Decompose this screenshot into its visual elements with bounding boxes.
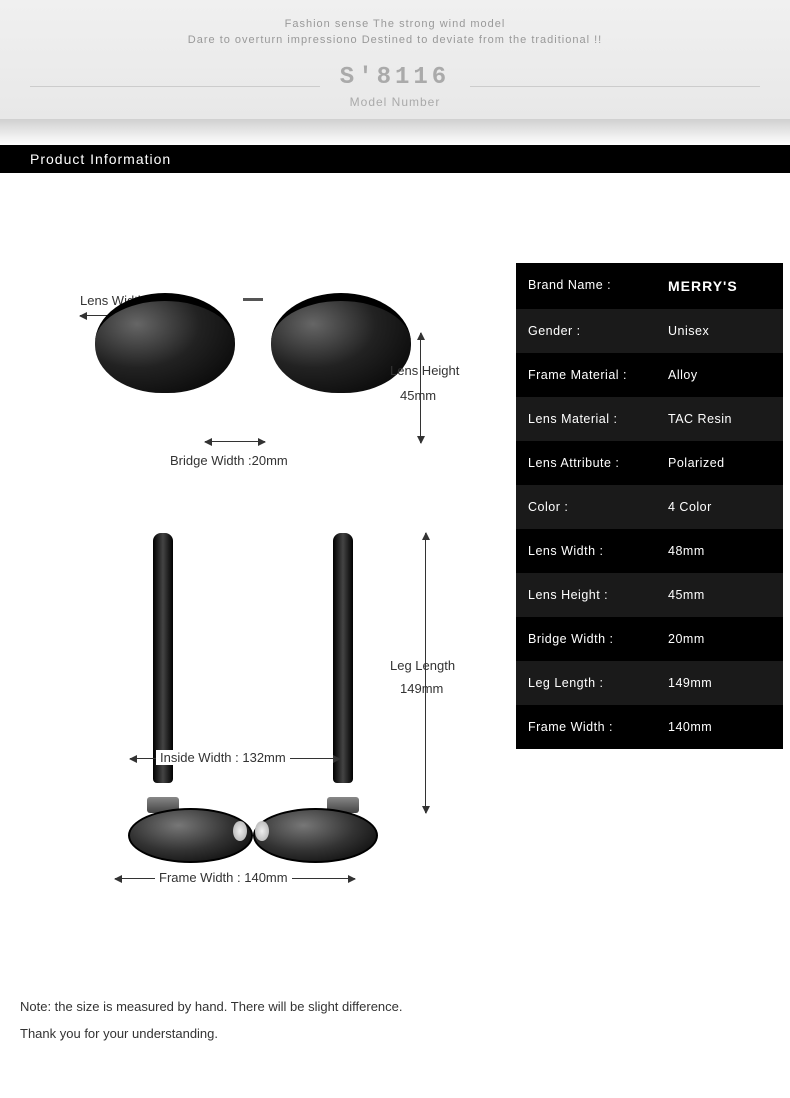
spec-label: Lens Width :	[528, 544, 668, 558]
tagline-2: Dare to overturn impressiono Destined to…	[0, 34, 790, 46]
glasses-top-icon	[103, 533, 403, 863]
brand-logo: MERRY'S	[668, 278, 771, 294]
frame-width-label: Frame Width : 140mm	[155, 870, 292, 885]
spec-label: Bridge Width :	[528, 632, 668, 646]
spec-value: 149mm	[668, 676, 771, 690]
spec-row: Lens Height :45mm	[516, 573, 783, 617]
spec-value: 45mm	[668, 588, 771, 602]
spec-value: TAC Resin	[668, 412, 771, 426]
bridge-width-label: Bridge Width :20mm	[170, 453, 288, 468]
spec-row: Lens Material :TAC Resin	[516, 397, 783, 441]
lens-right-icon	[271, 293, 411, 393]
spec-label: Brand Name :	[528, 278, 668, 294]
spec-row: Brand Name :MERRY'S	[516, 263, 783, 309]
nosepad-icon	[233, 821, 273, 843]
divider-line	[470, 86, 760, 87]
spec-value: Alloy	[668, 368, 771, 382]
spec-label: Lens Attribute :	[528, 456, 668, 470]
spec-value: Polarized	[668, 456, 771, 470]
spec-label: Frame Material :	[528, 368, 668, 382]
shadow-bar	[0, 119, 790, 145]
lens-height-value: 45mm	[400, 388, 436, 403]
spec-table: Brand Name :MERRY'SGender :UnisexFrame M…	[516, 263, 783, 943]
glasses-front-icon	[20, 293, 486, 393]
spec-label: Lens Height :	[528, 588, 668, 602]
spec-value: 140mm	[668, 720, 771, 734]
spec-value: 4 Color	[668, 500, 771, 514]
spec-row: Leg Length :149mm	[516, 661, 783, 705]
spec-label: Lens Material :	[528, 412, 668, 426]
spec-label: Gender :	[528, 324, 668, 338]
section-title: Product Information	[0, 145, 790, 173]
temple-left-icon	[153, 533, 173, 783]
inside-width-label: Inside Width : 132mm	[156, 750, 290, 765]
bridge-icon	[243, 298, 263, 338]
temple-right-icon	[333, 533, 353, 783]
spec-row: Lens Width :48mm	[516, 529, 783, 573]
spec-row: Lens Attribute :Polarized	[516, 441, 783, 485]
leg-length-label: Leg Length	[390, 658, 455, 673]
lens-height-label: Lens Height	[390, 363, 459, 378]
note-text: Note: the size is measured by hand. Ther…	[0, 963, 790, 1098]
spec-value: Unisex	[668, 324, 771, 338]
spec-label: Color :	[528, 500, 668, 514]
content-area: Lens Width :48mm Lens Height 45mm Bridge…	[0, 173, 790, 963]
spec-value: 20mm	[668, 632, 771, 646]
model-label: Model Number	[340, 95, 450, 109]
spec-label: Leg Length :	[528, 676, 668, 690]
divider-line	[30, 86, 320, 87]
spec-row: Color :4 Color	[516, 485, 783, 529]
spec-row: Frame Material :Alloy	[516, 353, 783, 397]
spec-row: Frame Width :140mm	[516, 705, 783, 749]
note-line-1: Note: the size is measured by hand. Ther…	[20, 993, 770, 1020]
lens-left-icon	[95, 293, 235, 393]
leg-length-value: 149mm	[400, 681, 443, 696]
spec-row: Gender :Unisex	[516, 309, 783, 353]
arrow-bridge	[205, 441, 265, 442]
model-number: S'8116	[340, 64, 450, 91]
spec-row: Bridge Width :20mm	[516, 617, 783, 661]
note-line-2: Thank you for your understanding.	[20, 1020, 770, 1047]
tagline-1: Fashion sense The strong wind model	[0, 18, 790, 30]
model-row: S'8116 Model Number	[0, 64, 790, 109]
spec-value: 48mm	[668, 544, 771, 558]
spec-label: Frame Width :	[528, 720, 668, 734]
arrow-leg-length	[425, 533, 426, 813]
diagram-area: Lens Width :48mm Lens Height 45mm Bridge…	[20, 263, 486, 943]
header-banner: Fashion sense The strong wind model Dare…	[0, 0, 790, 119]
